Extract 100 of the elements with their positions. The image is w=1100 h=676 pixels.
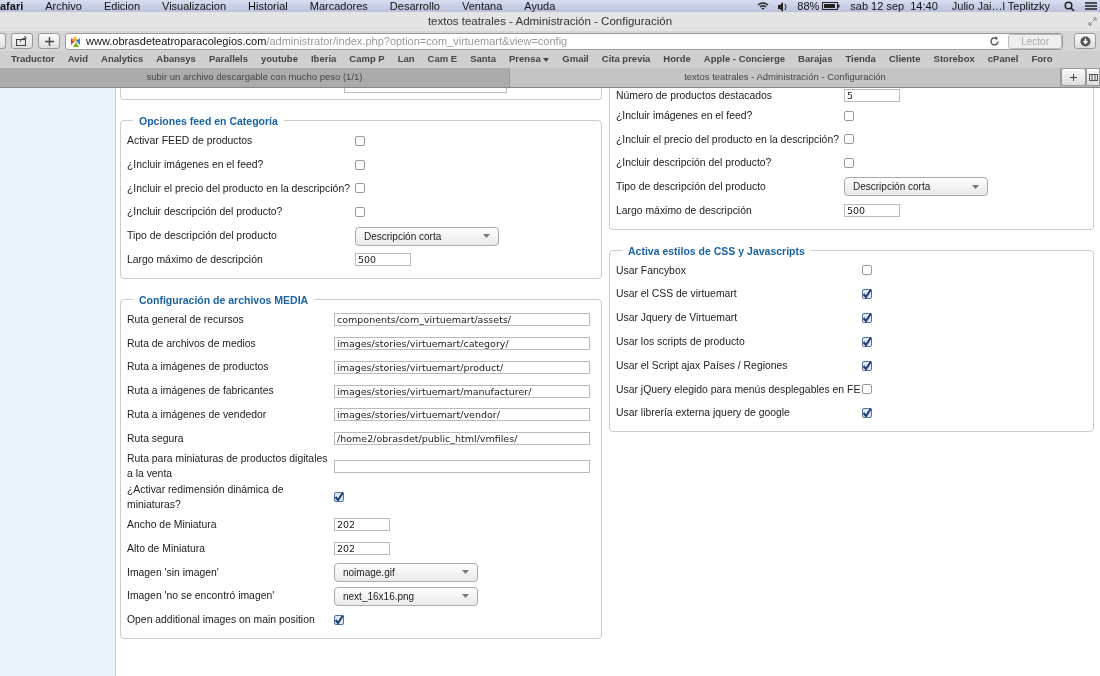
check-icon — [862, 313, 872, 324]
bookmark-link[interactable]: Gmail — [562, 52, 596, 67]
text-field[interactable]: 500 — [355, 253, 411, 267]
menu-item[interactable]: Archivo — [34, 0, 93, 12]
dropdown[interactable]: next_16x16.png — [334, 586, 478, 606]
battery-icon[interactable] — [822, 1, 841, 11]
clock[interactable]: sab 12 sep 14:40 — [850, 0, 938, 12]
share-icon — [16, 36, 28, 46]
checkbox[interactable] — [355, 183, 365, 194]
field-label: Imagen 'sin imagen' — [127, 565, 220, 580]
checkbox[interactable] — [862, 384, 872, 395]
field-label: Ruta a imágenes de productos — [127, 360, 270, 375]
checkbox[interactable] — [355, 159, 365, 170]
checkbox[interactable] — [862, 265, 872, 276]
text-field[interactable] — [334, 459, 590, 473]
browser-tab[interactable]: textos teatrales - Administración - Configuración — [510, 68, 1061, 87]
bookmark-link[interactable]: Barajas — [798, 52, 840, 67]
battery-percent: 88% — [797, 0, 820, 12]
field-label: Largo máximo de descripción — [616, 203, 753, 218]
plus-icon — [1070, 73, 1077, 81]
bookmark-link[interactable]: Horde — [663, 52, 698, 67]
text-field[interactable]: 202 — [334, 518, 390, 532]
field-label: ¿Activar redimensión dinámica de miniaturas? — [127, 482, 285, 513]
checkbox[interactable] — [862, 408, 872, 419]
menu-item[interactable]: Ventana — [451, 0, 514, 12]
new-tab-button[interactable] — [38, 33, 60, 49]
wifi-icon[interactable] — [757, 0, 770, 12]
share-button[interactable] — [11, 33, 33, 49]
dropdown[interactable]: noimage.gif — [334, 563, 478, 582]
new-tab-button[interactable] — [1061, 68, 1086, 86]
bookmark-link[interactable]: Cam E — [427, 52, 465, 67]
checkbox[interactable] — [355, 207, 365, 218]
text-field[interactable]: images/stories/virtuemart/manufacturer/ — [334, 384, 590, 398]
text-field[interactable] — [344, 88, 507, 93]
text-field[interactable]: 202 — [334, 542, 390, 556]
bookmark-link[interactable]: Analytics — [101, 52, 151, 67]
back-button[interactable] — [0, 33, 6, 49]
checkbox[interactable] — [862, 313, 872, 324]
field-label: Usar Fancybox — [616, 263, 687, 278]
bookmark-link[interactable]: Traductor — [11, 52, 62, 67]
list-icon[interactable] — [1085, 1, 1097, 11]
bookmark-folder[interactable]: Prensa — [509, 52, 557, 67]
bookmark-link[interactable]: Cliente — [888, 52, 928, 67]
bookmark-link[interactable]: cPanel — [987, 52, 1026, 67]
dropdown[interactable]: Descripción corta — [355, 226, 499, 246]
bookmark-link[interactable]: Avid — [67, 52, 96, 67]
checkbox[interactable] — [862, 360, 872, 371]
field-label: Alto de Miniatura — [127, 541, 206, 556]
text-field[interactable]: components/com_virtuemart/assets/ — [334, 313, 590, 327]
browser-tab[interactable]: subir un archivo descargable con mucho peso (1/1) — [0, 68, 510, 87]
fullscreen-icon[interactable] — [1088, 17, 1097, 26]
bookmark-link[interactable]: Abansys — [156, 52, 203, 67]
reload-icon[interactable] — [989, 35, 1001, 47]
checkbox[interactable] — [844, 134, 854, 145]
checkbox[interactable] — [844, 158, 854, 169]
checkbox[interactable] — [334, 492, 344, 503]
text-field[interactable]: /home2/obrasdet/public_html/vmfiles/ — [334, 432, 590, 446]
dropdown[interactable]: Descripción corta — [844, 177, 988, 197]
menu-item[interactable]: Historial — [237, 0, 299, 12]
checkbox[interactable] — [844, 110, 854, 121]
menu-item[interactable]: Edicion — [92, 0, 151, 12]
download-icon — [1079, 35, 1091, 47]
checkbox[interactable] — [334, 615, 344, 626]
field-label: ¿Incluir el precio del producto en la descripción? — [616, 132, 840, 147]
user-name[interactable]: Julio Jai…l Teplitzky — [951, 0, 1050, 12]
tab-overview-button[interactable] — [1086, 68, 1100, 86]
address-field[interactable]: www.obrasdeteatroparacolegios.com/administrator/index.php?option=com_virtuemart&view=config Lector — [65, 32, 1063, 50]
text-field[interactable]: images/stories/virtuemart/vendor/ — [334, 408, 590, 422]
bookmark-link[interactable]: Cita previa — [601, 52, 658, 67]
checkbox[interactable] — [862, 336, 872, 347]
speaker-icon[interactable] — [777, 0, 790, 12]
bookmark-link[interactable]: Camp P — [349, 52, 392, 67]
field-label: Tipo de descripción del producto — [616, 180, 767, 195]
text-field[interactable]: images/stories/virtuemart/category/ — [334, 336, 590, 350]
menu-item[interactable]: Visualizacion — [151, 0, 238, 12]
menu-item[interactable]: Ayuda — [513, 0, 567, 12]
field-label: Ruta segura — [127, 431, 185, 446]
bookmark-link[interactable]: Storebox — [933, 52, 982, 67]
caret-icon — [972, 184, 979, 189]
panel-legend: Opciones feed en Categoría — [133, 114, 284, 128]
bookmark-link[interactable]: Iberia — [310, 52, 344, 67]
menu-item[interactable]: Marcadores — [298, 0, 379, 12]
text-field[interactable]: images/stories/virtuemart/product/ — [334, 360, 590, 374]
field-label: Número de productos destacados — [616, 89, 773, 103]
bookmark-link[interactable]: Parallels — [208, 52, 255, 67]
bookmark-link[interactable]: Foro — [1031, 52, 1060, 67]
field-label: Ancho de Miniatura — [127, 518, 218, 533]
app-menu[interactable]: afari — [0, 0, 35, 12]
downloads-button[interactable] — [1074, 33, 1096, 49]
text-field[interactable]: 5 — [844, 89, 900, 103]
bookmark-link[interactable]: youtube — [261, 52, 305, 67]
checkbox[interactable] — [862, 289, 872, 300]
bookmark-link[interactable]: Santa — [470, 52, 504, 67]
bookmark-link[interactable]: Tienda — [845, 52, 883, 67]
bookmark-link[interactable]: Apple - Concierge — [703, 52, 793, 67]
checkbox[interactable] — [355, 135, 365, 146]
bookmark-link[interactable]: Lan — [397, 52, 422, 67]
search-icon[interactable] — [1064, 0, 1075, 12]
menu-item[interactable]: Desarrollo — [378, 0, 451, 12]
text-field[interactable]: 500 — [844, 204, 900, 218]
